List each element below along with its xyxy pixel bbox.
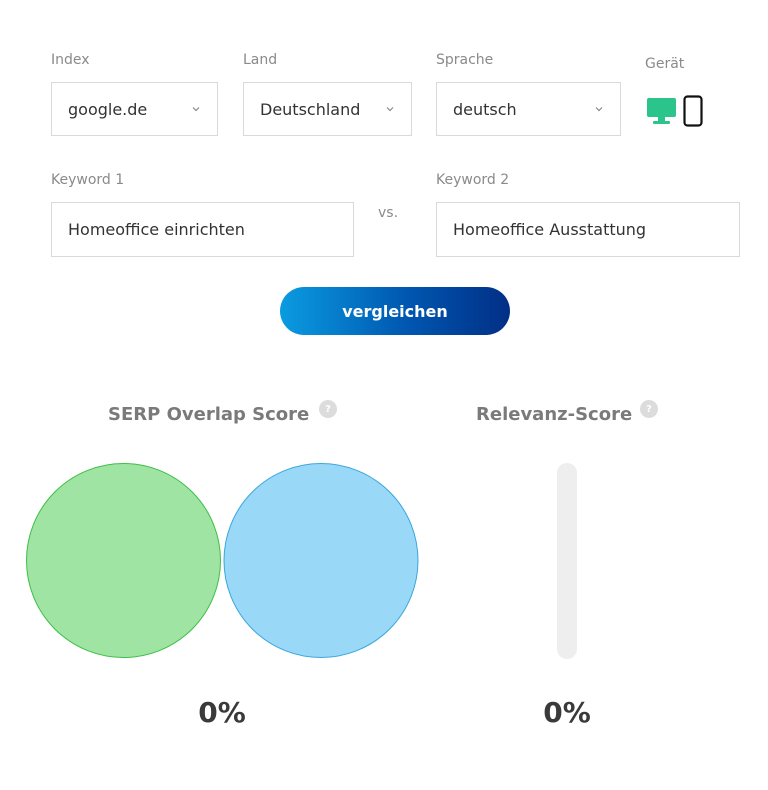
overlap-score-value: 0% (198, 696, 246, 729)
device-label: Gerät (645, 56, 685, 72)
vs-label: vs. (378, 205, 399, 221)
chevron-down-icon (386, 107, 394, 112)
index-label: Index (51, 52, 90, 68)
index-value: google.de (68, 99, 148, 119)
compare-button[interactable]: vergleichen (280, 287, 510, 335)
keyword1-circle (26, 463, 221, 658)
country-select[interactable]: Deutschland (243, 82, 412, 136)
language-label: Sprache (436, 52, 494, 68)
keyword2-circle (223, 463, 419, 658)
relevance-help-icon[interactable]: ? (640, 400, 658, 418)
overlap-help-icon[interactable]: ? (319, 400, 337, 418)
country-label: Land (243, 52, 278, 68)
overlap-score-title: SERP Overlap Score (108, 404, 310, 425)
keyword2-input[interactable] (436, 202, 740, 257)
relevance-bar (557, 463, 577, 659)
index-select[interactable]: google.de (51, 82, 218, 136)
relevance-score-title: Relevanz-Score (476, 404, 633, 425)
language-value: deutsch (453, 99, 517, 119)
desktop-icon[interactable] (646, 97, 677, 125)
keyword2-label: Keyword 2 (436, 172, 510, 188)
relevance-score-value: 0% (543, 696, 591, 729)
keyword1-input[interactable] (51, 202, 354, 257)
keyword1-label: Keyword 1 (51, 172, 125, 188)
country-value: Deutschland (260, 99, 361, 119)
mobile-icon[interactable] (683, 95, 703, 127)
overlap-venn-diagram (26, 463, 419, 658)
chevron-down-icon (595, 107, 603, 112)
chevron-down-icon (192, 107, 200, 112)
language-select[interactable]: deutsch (436, 82, 621, 136)
